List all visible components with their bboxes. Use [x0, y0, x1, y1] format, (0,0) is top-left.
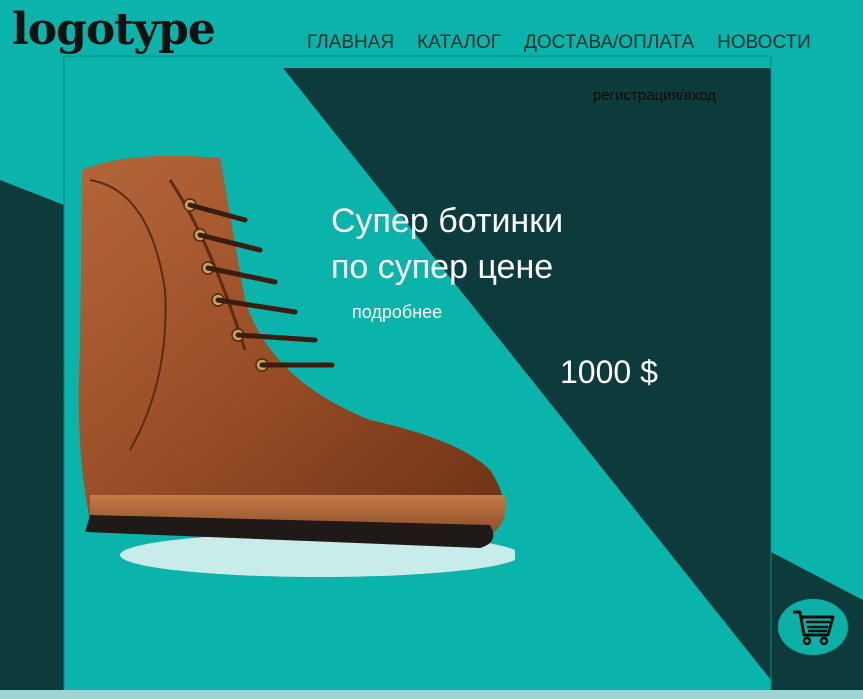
- nav-item-catalog[interactable]: КАТАЛОГ: [417, 32, 501, 54]
- cart-button[interactable]: [777, 598, 849, 656]
- price-label: 1000 $: [560, 354, 658, 390]
- more-link[interactable]: подробнее: [352, 302, 442, 323]
- nav-item-news[interactable]: НОВОСТИ: [717, 32, 811, 54]
- bottom-strip: [0, 690, 863, 699]
- hero-headline: Супер ботинки по супер цене: [331, 198, 563, 290]
- hero-headline-line1: Супер ботинки: [331, 202, 564, 240]
- login-link[interactable]: регистрация/вход: [593, 87, 716, 104]
- hero-headline-line2: по супер цене: [331, 248, 554, 286]
- nav-item-delivery[interactable]: ДОСТАВА/ОПЛАТА: [524, 32, 694, 54]
- logo[interactable]: logotype: [12, 4, 216, 55]
- main-nav: ГЛАВНАЯ КАТАЛОГ ДОСТАВА/ОПЛАТА НОВОСТИ: [307, 32, 811, 54]
- nav-item-home[interactable]: ГЛАВНАЯ: [307, 32, 394, 54]
- shopping-cart-icon: [793, 610, 835, 646]
